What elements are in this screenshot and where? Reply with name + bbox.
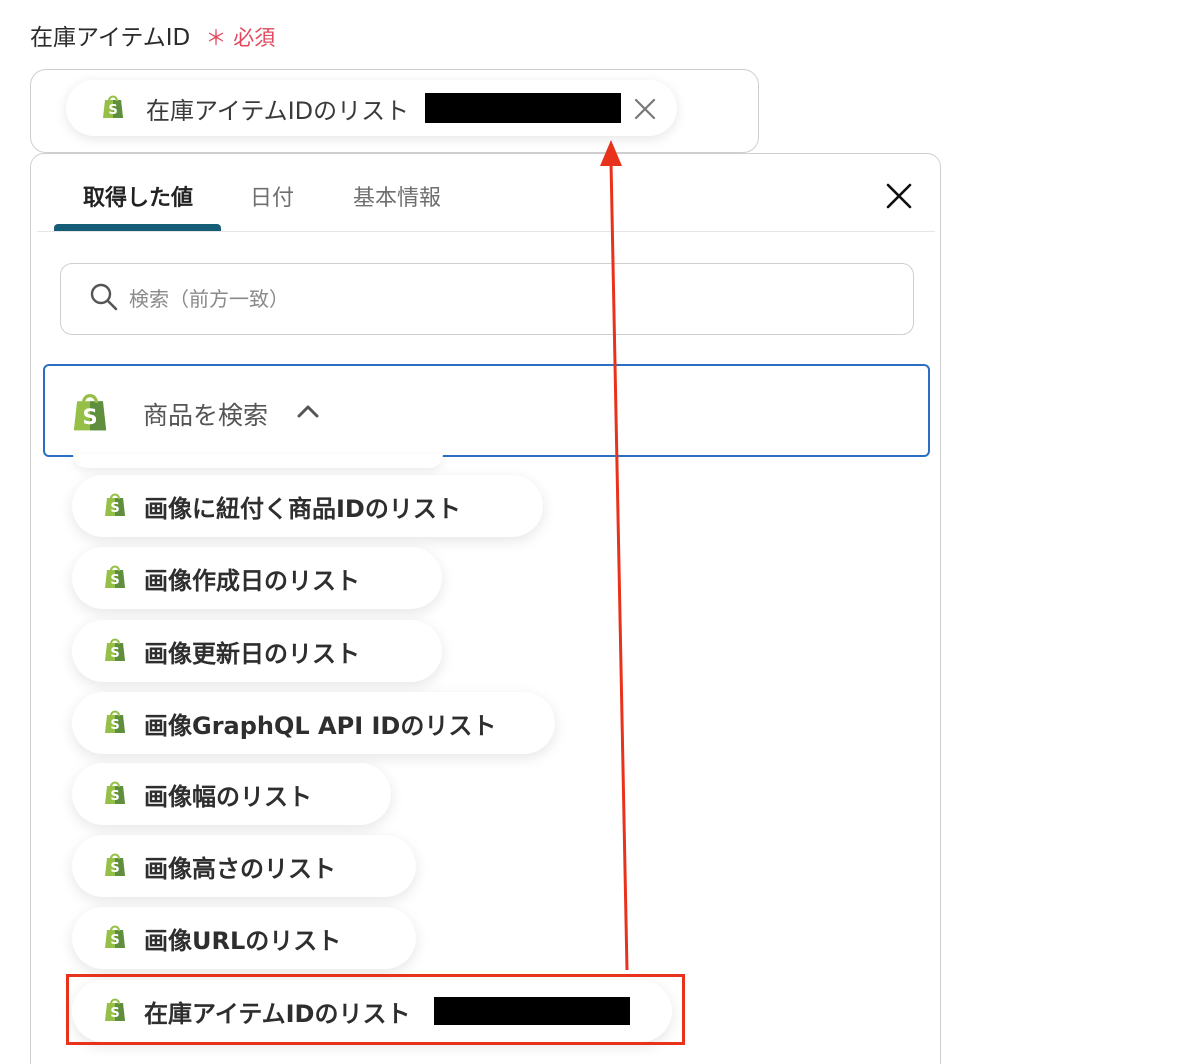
redacted-value bbox=[434, 997, 631, 1025]
list-item-label: 画像作成日のリスト bbox=[144, 566, 360, 595]
page: 在庫アイテムID ＊ 必須 S 在庫アイテムIDのリスト 取得した値 日付 基本… bbox=[0, 0, 1198, 1064]
shopify-icon: S bbox=[102, 635, 128, 667]
svg-text:S: S bbox=[110, 501, 119, 516]
required-text: 必須 bbox=[233, 26, 276, 50]
search-icon bbox=[89, 282, 119, 316]
shopify-icon: S bbox=[102, 562, 128, 594]
close-icon[interactable] bbox=[632, 96, 658, 122]
chevron-up-icon[interactable] bbox=[297, 403, 319, 422]
search-input[interactable] bbox=[129, 287, 829, 311]
value-picker-panel: 取得した値 日付 基本情報 検索（前方一致） S 商品を検索 S 画像に紐付く商… bbox=[30, 153, 941, 1064]
list-item-label: 画像更新日のリスト bbox=[144, 639, 360, 668]
close-icon[interactable] bbox=[883, 180, 915, 212]
search-field[interactable] bbox=[60, 263, 914, 335]
tab-bar: 取得した値 日付 基本情報 bbox=[37, 154, 935, 232]
svg-text:S: S bbox=[110, 789, 119, 804]
tab-basic-info[interactable]: 基本情報 bbox=[353, 180, 441, 212]
list-item-label: 画像高さのリスト bbox=[144, 854, 336, 883]
list-item-label: 在庫アイテムIDのリスト bbox=[144, 999, 411, 1028]
field-label: 在庫アイテムID ＊ 必須 bbox=[30, 18, 275, 52]
group-header-label: 商品を検索 bbox=[143, 401, 269, 430]
shopify-icon: S bbox=[102, 707, 128, 739]
list-item[interactable]: S 画像URLのリスト bbox=[72, 907, 416, 969]
list-item[interactable]: S 画像に紐付く商品IDのリスト bbox=[72, 475, 543, 537]
field-label-text: 在庫アイテムID bbox=[30, 25, 191, 51]
list-item-label: 画像GraphQL API IDのリスト bbox=[144, 711, 497, 740]
svg-text:S: S bbox=[82, 405, 97, 429]
list-item[interactable]: S 画像更新日のリスト bbox=[72, 620, 442, 682]
svg-text:S: S bbox=[110, 861, 119, 876]
required-mark: ＊ bbox=[205, 26, 227, 50]
list-item-label: 画像幅のリスト bbox=[144, 782, 312, 811]
tab-acquired-values[interactable]: 取得した値 bbox=[83, 180, 193, 212]
active-tab-indicator bbox=[54, 224, 221, 231]
svg-text:S: S bbox=[110, 573, 119, 588]
list-item[interactable]: S 画像GraphQL API IDのリスト bbox=[72, 692, 555, 754]
svg-text:S: S bbox=[110, 718, 119, 733]
shopify-icon: S bbox=[102, 850, 128, 882]
selected-value-chip[interactable]: S 在庫アイテムIDのリスト bbox=[66, 80, 677, 136]
selected-value-label: 在庫アイテムIDのリスト bbox=[146, 96, 410, 125]
list-item[interactable]: S 画像作成日のリスト bbox=[72, 547, 442, 609]
shopify-icon: S bbox=[69, 388, 111, 438]
required-badge: ＊ 必須 bbox=[206, 26, 276, 50]
list-item-label: 画像URLのリスト bbox=[144, 926, 342, 955]
shopify-icon: S bbox=[100, 92, 126, 124]
list-item[interactable]: S 画像幅のリスト bbox=[72, 763, 391, 825]
tab-date[interactable]: 日付 bbox=[250, 180, 294, 212]
list-item[interactable] bbox=[73, 454, 443, 468]
redacted-value bbox=[425, 93, 622, 123]
selected-value-field[interactable]: S 在庫アイテムIDのリスト bbox=[30, 69, 759, 153]
svg-text:S: S bbox=[108, 103, 117, 118]
svg-text:S: S bbox=[110, 933, 119, 948]
list-item[interactable]: S 在庫アイテムIDのリスト bbox=[72, 980, 672, 1042]
shopify-icon: S bbox=[102, 490, 128, 522]
shopify-icon: S bbox=[102, 778, 128, 810]
list-item[interactable]: S 画像高さのリスト bbox=[72, 835, 416, 897]
group-header-product-search[interactable]: S 商品を検索 bbox=[43, 364, 930, 457]
svg-text:S: S bbox=[110, 646, 119, 661]
list-item-label: 画像に紐付く商品IDのリスト bbox=[144, 494, 461, 523]
shopify-icon: S bbox=[102, 922, 128, 954]
shopify-icon: S bbox=[102, 995, 128, 1027]
svg-text:S: S bbox=[110, 1006, 119, 1021]
